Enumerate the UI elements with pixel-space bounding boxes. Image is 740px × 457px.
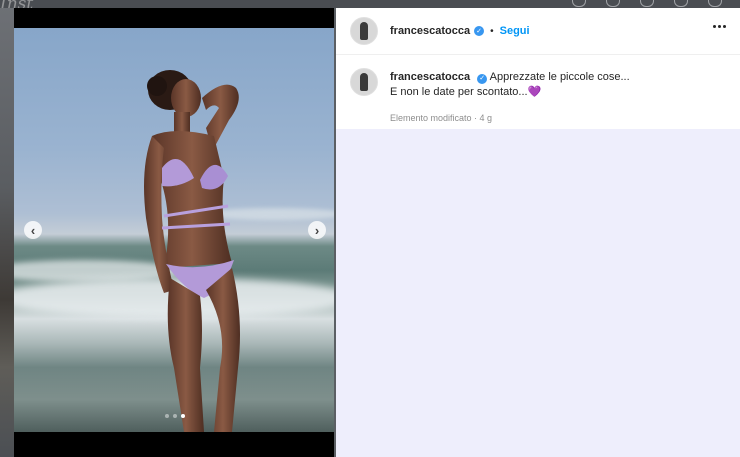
post-photo[interactable] (14, 28, 334, 432)
nav-icon (674, 0, 688, 7)
nav-icon (640, 0, 654, 7)
nav-icon (572, 0, 586, 7)
follow-button[interactable]: Segui (500, 25, 530, 37)
verified-badge-icon: ✓ (477, 73, 488, 84)
carousel-dot (165, 414, 169, 418)
author-username[interactable]: francescatocca (390, 25, 470, 37)
verified-badge-icon: ✓ (474, 26, 485, 36)
caption-line-2: E non le date per scontato... (390, 86, 528, 98)
more-options-icon[interactable] (713, 25, 726, 28)
chevron-left-icon: ‹ (30, 222, 36, 238)
nav-icon (606, 0, 620, 7)
caption-username[interactable]: francescatocca (390, 71, 470, 83)
carousel-next-button[interactable]: › (308, 221, 326, 239)
post-caption: francescatocca ✓ Apprezzate le piccole c… (336, 55, 740, 129)
caption-line-1: Apprezzate le piccole cose... (489, 71, 630, 83)
caption-text: francescatocca ✓ Apprezzate le piccole c… (390, 70, 630, 100)
photo-subject (144, 70, 240, 432)
background-page-strip (0, 8, 14, 457)
post-side-panel: francescatocca ✓ • Segui francescatocca … (336, 8, 740, 457)
purple-heart-icon: 💜 (527, 86, 542, 98)
carousel-indicator (165, 414, 185, 418)
post-media: ‹ › (14, 8, 334, 457)
caption-meta: Elemento modificato · 4 g (390, 113, 493, 123)
header-separator: • (490, 25, 494, 37)
background-nav-icons (572, 0, 722, 7)
caption-author-avatar[interactable] (350, 68, 378, 96)
post-modal: ‹ › francescatocca ✓ • Segui francescato… (14, 8, 740, 457)
chevron-right-icon: › (314, 222, 320, 238)
author-avatar[interactable] (350, 17, 378, 45)
carousel-dot (173, 414, 177, 418)
nav-icon (708, 0, 722, 7)
carousel-prev-button[interactable]: ‹ (24, 221, 42, 239)
post-header: francescatocca ✓ • Segui (336, 8, 740, 55)
background-topbar: Inst (0, 0, 740, 14)
carousel-dot-active (181, 414, 185, 418)
